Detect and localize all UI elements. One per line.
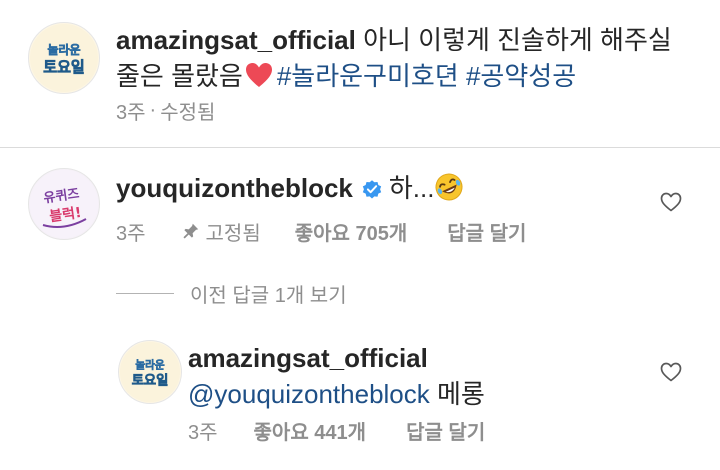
comment-meta: 3주 · 수정됨	[116, 96, 215, 124]
logo-text-bottom: 토요일	[132, 372, 169, 388]
likes-count[interactable]: 좋아요 441개	[254, 416, 367, 445]
reply-button[interactable]: 답글 달기	[447, 217, 526, 246]
rolling-laughing-emoji-icon	[435, 173, 463, 201]
username[interactable]: youquizontheblock	[116, 173, 353, 203]
view-replies-label: 이전 답글 1개 보기	[190, 284, 347, 307]
comment-meta: 3주 좋아요 441개 답글 달기	[188, 415, 485, 445]
avatar[interactable]: 놀라운 토요일	[28, 22, 100, 94]
pinned-label: 고정됨	[205, 222, 261, 245]
like-heart-icon[interactable]	[659, 190, 683, 214]
amazingsat-logo-icon: 놀라운 토요일	[119, 341, 181, 403]
separator: ·	[149, 98, 157, 121]
comment-youquiz: 유퀴즈 블럭! youquizontheblock 하... 3주 고정됨 좋아요…	[0, 148, 720, 268]
comment-meta: 3주 고정됨 좋아요 705개 답글 달기	[116, 216, 526, 246]
avatar[interactable]: 유퀴즈 블럭!	[28, 168, 100, 240]
avatar[interactable]: 놀라운 토요일	[118, 340, 182, 404]
username[interactable]: amazingsat_official	[188, 343, 428, 373]
comment-text: 하...	[388, 173, 435, 203]
timestamp[interactable]: 3주	[116, 96, 146, 125]
timestamp[interactable]: 3주	[188, 416, 218, 445]
comment-text: 아니 이렇게 진솔하게 해주실	[363, 25, 672, 55]
comment-text-line2: 줄은 몰랐음	[116, 61, 243, 91]
reply-amazingsat: 놀라운 토요일 amazingsat_official @youquizonth…	[0, 330, 720, 460]
verified-badge-icon	[362, 180, 382, 199]
amazingsat-logo-icon: 놀라운 토요일	[30, 24, 98, 92]
hashtag-link[interactable]: #공약성공	[466, 61, 576, 91]
heart-emoji-icon	[245, 63, 272, 87]
reply-button[interactable]: 답글 달기	[406, 416, 485, 445]
mention-link[interactable]: @youquizontheblock	[188, 379, 430, 409]
logo-text-bottom: 토요일	[43, 58, 84, 76]
hashtag-link[interactable]: #놀라운구미호뎐	[277, 61, 459, 91]
logo-text-top: 놀라운	[135, 358, 165, 371]
pin-icon	[182, 223, 198, 239]
username[interactable]: amazingsat_official	[116, 25, 356, 55]
comment-body: amazingsat_official @youquizontheblock 메…	[188, 340, 648, 412]
comment-amazingsat: 놀라운 토요일 amazingsat_official 아니 이렇게 진솔하게 …	[0, 0, 720, 140]
comment-body: amazingsat_official 아니 이렇게 진솔하게 해주실 줄은 몰…	[116, 22, 696, 94]
pinned-label-group: 고정됨	[182, 217, 261, 246]
reply-divider-line	[116, 292, 174, 294]
youquiz-logo-icon: 유퀴즈 블럭!	[30, 170, 98, 238]
likes-count[interactable]: 좋아요 705개	[295, 217, 408, 246]
edited-label: 수정됨	[160, 101, 216, 124]
logo-text-top: 놀라운	[47, 42, 80, 57]
timestamp[interactable]: 3주	[116, 217, 146, 246]
comment-text: 메롱	[437, 379, 485, 409]
like-heart-icon[interactable]	[659, 360, 683, 384]
comment-body: youquizontheblock 하...	[116, 170, 636, 206]
view-replies-button[interactable]: 이전 답글 1개 보기	[116, 278, 347, 308]
